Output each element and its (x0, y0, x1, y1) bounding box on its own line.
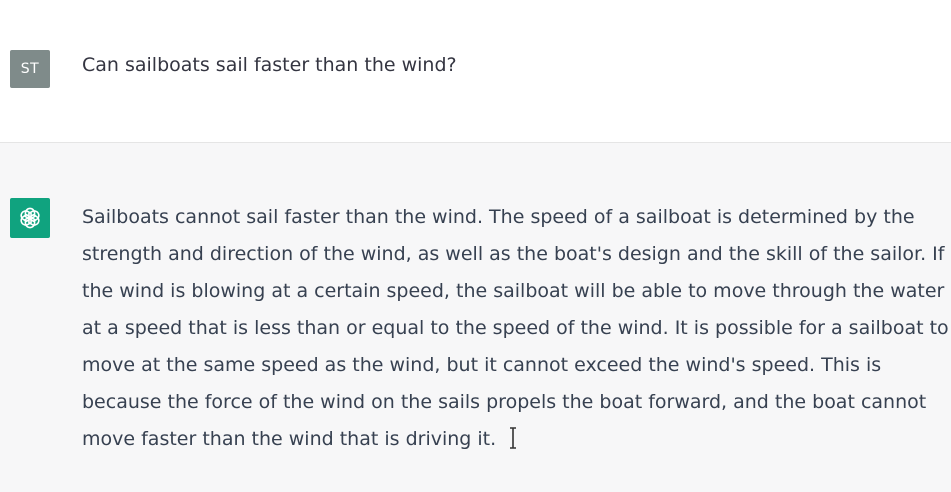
assistant-text-line: strength and direction of the wind, as w… (82, 243, 945, 265)
assistant-text-line-content: move faster than the wind that is drivin… (82, 428, 497, 450)
assistant-message-text[interactable]: Sailboats cannot sail faster than the wi… (82, 199, 951, 458)
openai-logo-icon (20, 207, 40, 229)
assistant-text-line: the wind is blowing at a certain speed, … (82, 280, 945, 302)
assistant-text-line: move at the same speed as the wind, but … (82, 354, 882, 376)
user-message-text: Can sailboats sail faster than the wind? (82, 54, 457, 76)
text-cursor-icon (510, 427, 517, 449)
user-message-row: ST Can sailboats sail faster than the wi… (0, 0, 951, 143)
assistant-text-line: at a speed that is less than or equal to… (82, 317, 949, 339)
assistant-message-row: Sailboats cannot sail faster than the wi… (0, 143, 951, 492)
chat-conversation: ST Can sailboats sail faster than the wi… (0, 0, 951, 492)
assistant-avatar (10, 198, 50, 238)
assistant-text-line: Sailboats cannot sail faster than the wi… (82, 206, 915, 228)
assistant-text-line-last: move faster than the wind that is drivin… (82, 421, 951, 458)
user-avatar: ST (10, 50, 50, 88)
assistant-text-line: because the force of the wind on the sai… (82, 391, 927, 413)
